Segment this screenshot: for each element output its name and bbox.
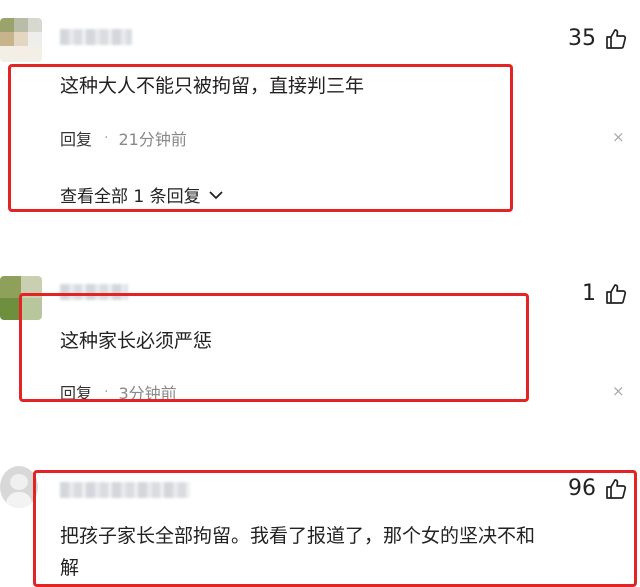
username[interactable] [60,29,132,45]
close-icon[interactable]: × [612,128,625,146]
like-count: 35 [568,26,596,51]
highlight-box-2 [19,293,529,402]
avatar[interactable] [0,18,42,62]
like-button[interactable]: 35 [568,26,628,51]
like-count: 1 [582,281,596,306]
highlight-box-1 [8,64,513,212]
thumbs-up-icon [606,28,627,49]
thumbs-up-icon [606,283,627,304]
like-button[interactable]: 1 [582,281,628,306]
highlight-box-3 [33,470,637,587]
close-icon[interactable]: × [612,382,625,400]
